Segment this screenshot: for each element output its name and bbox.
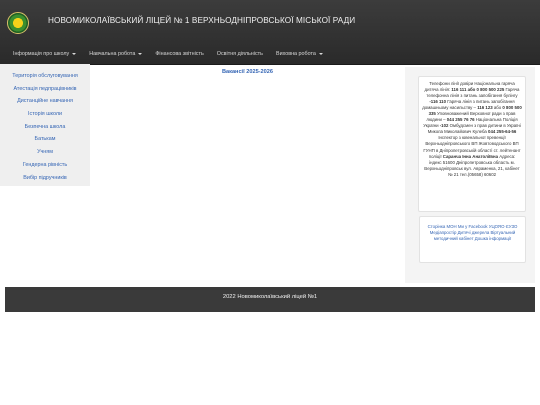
hotline-number: -116 110 [429,99,446,105]
sidebar-menu: Територія обслуговування Атестація педпр… [0,64,90,184]
nav-educational-activity-label: Освітня діяльність [216,51,263,57]
sidebar-item-students[interactable]: Учням [0,146,90,159]
link-euzo[interactable]: ЄУЗО [506,224,518,229]
hotline-number: 116 111 або 0 800 500 225 [451,87,505,93]
nav-educational-activity[interactable]: Освітня діяльність [217,48,263,60]
footer-copyright: 2022 Новомиколаївський ліцей №1 [222,294,318,300]
nav-school-info[interactable]: Інформація про школу [13,48,77,60]
sidebar: Територія обслуговування Атестація педпр… [0,64,90,186]
hotline-text: або [493,105,502,111]
nav-upbringing-work-label: Виховна робота [275,51,316,57]
chevron-down-icon [138,53,143,55]
sidebar-item-safe-school[interactable]: Безпечна школа [0,121,90,134]
useful-links-card: Сторінка МОН Ми у Facebook УЦОЯО ЄУЗО Ме… [419,216,526,263]
link-mon-page[interactable]: Сторінка МОН [428,224,457,229]
chevron-down-icon [318,53,323,55]
sidebar-item-distance-learning[interactable]: Дистанційне навчання [0,95,90,108]
nav-upbringing-work[interactable]: Виховна робота [276,48,323,60]
main-navigation: Інформація про школу Навчальна робота Фі… [13,48,336,60]
link-ucoyao[interactable]: УЦОЯО [489,224,505,229]
hotline-number: 116 123 [477,105,493,111]
hotline-number: -102 [439,123,449,129]
link-facebook[interactable]: Ми у Facebook [458,224,488,229]
school-emblem-logo[interactable] [7,12,29,34]
hotline-number: 044 255-64-56 [488,129,517,135]
sidebar-item-parents[interactable]: Батькам [0,133,90,146]
vacancies-link[interactable]: Вакансії 2025-2026 [190,69,305,75]
chevron-down-icon [72,53,77,55]
site-title[interactable]: НОВОМИКОЛАЇВСЬКИЙ ЛІЦЕЙ № 1 ВЕРХНЬОДНІПР… [48,16,355,25]
nav-financial-reports[interactable]: Фінансова звітність [155,48,203,60]
sidebar-item-textbook-selection[interactable]: Вибір підручників [0,172,90,185]
nav-school-info-label: Інформація про школу [13,51,70,57]
sidebar-item-service-territory[interactable]: Територія обслуговування [0,70,90,83]
nav-educational-work[interactable]: Навчальна робота [89,48,143,60]
hotline-number: 044 255 76 76 [446,117,475,123]
sidebar-item-school-history[interactable]: Історія школи [0,108,90,121]
nav-financial-reports-label: Фінансова звітність [155,51,204,57]
sidebar-item-teacher-attestation[interactable]: Атестація педпрацівників [0,83,90,96]
link-children-sources[interactable]: Дитячі джерела [458,230,490,235]
link-media-space[interactable]: Медіапростір [430,230,457,235]
nav-educational-work-label: Навчальна робота [89,51,136,57]
site-header: НОВОМИКОЛАЇВСЬКИЙ ЛІЦЕЙ № 1 ВЕРХНЬОДНІПР… [0,0,540,65]
hotlines-info-card: Телефони лінії довіри Національна гаряча… [418,76,526,212]
site-footer: 2022 Новомиколаївський ліцей №1 [5,287,535,312]
sidebar-item-gender-equality[interactable]: Гендерна рівність [0,159,90,172]
link-info-board[interactable]: Дошка інформації [475,236,511,241]
inspector-name: Саранча Інна Анатоліївна [442,153,498,159]
